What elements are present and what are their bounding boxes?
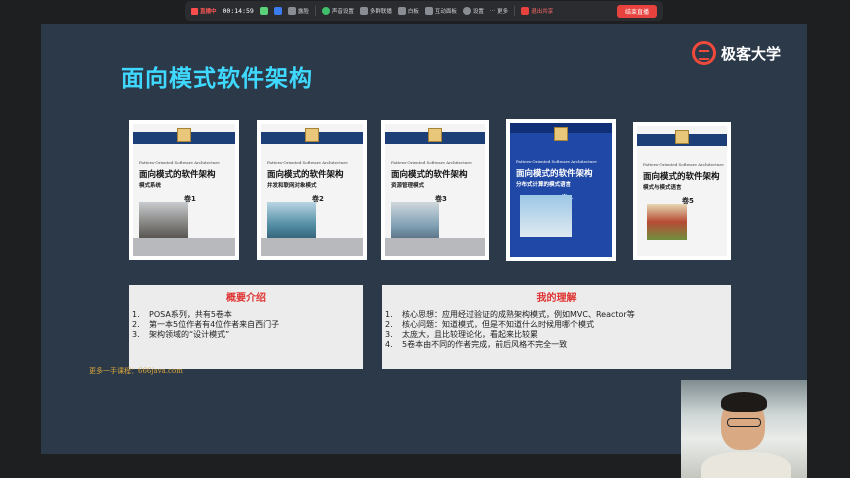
book-cover-vol5: Pattern-Oriented Software Architecture 面… [633, 122, 731, 260]
exit-share-button[interactable]: 退出共享 [521, 7, 553, 15]
signal-icon [259, 7, 268, 15]
brand-logo: 极客大学 [691, 41, 781, 65]
multi-group-button[interactable]: 多群联播 [359, 7, 392, 15]
emblem-icon [305, 128, 319, 142]
list-item: 2. 第一本5位作者有4位作者来自西门子 [132, 320, 280, 329]
panel-icon [424, 7, 433, 15]
summary-heading: 概要介绍 [226, 293, 266, 304]
interactive-panel-button[interactable]: 互动面板 [424, 7, 457, 15]
camera-icon [287, 7, 296, 15]
logo-icon [691, 41, 716, 65]
summary-panel: 概要介绍 1. POSA系列，共有5卷本 2. 第一本5位作者有4位作者来自西门子 … [129, 285, 363, 369]
cover-photo [267, 202, 316, 242]
slide-title: 面向模式软件架构 [121, 66, 313, 92]
book-cover-vol3: Pattern-Oriented Software Architecture 面… [381, 120, 489, 260]
end-live-button[interactable]: 结束直播 [616, 4, 657, 18]
list-item: 4. 5卷本由不同的作者完成，前后风格不完全一致 [385, 340, 568, 349]
more-button[interactable]: ··· 更多 [490, 7, 508, 15]
emblem-icon [177, 128, 191, 142]
settings-button[interactable]: 设置 [462, 7, 484, 15]
live-timer: 00:14:59 [222, 7, 254, 15]
glasses-icon [727, 418, 761, 427]
emblem-icon [675, 130, 689, 144]
logo-text: 极客大学 [720, 44, 781, 63]
list-item: 1. POSA系列，共有5卷本 [132, 310, 232, 319]
whiteboard-icon [397, 7, 406, 15]
emblem-icon [554, 127, 568, 141]
live-dot-icon [191, 7, 198, 15]
list-item: 1. 核心思想：应用经过验证的成熟架构模式，例如MVC、Reactor等 [385, 310, 635, 319]
understanding-panel: 我的理解 1. 核心思想：应用经过验证的成熟架构模式，例如MVC、Reactor等… [382, 285, 731, 369]
understanding-heading: 我的理解 [536, 293, 577, 304]
live-label: 直播中 [200, 9, 217, 15]
mic-icon [321, 7, 330, 15]
camera-button[interactable]: 露脸 [287, 7, 309, 15]
book-cover-vol4: Pattern-Oriented Software Architecture 面… [506, 119, 616, 261]
list-item: 2. 核心问题：知道模式，但是不知道什么时候用哪个模式 [385, 320, 594, 329]
cover-photo [139, 202, 188, 242]
audio-settings-button[interactable]: 声音设置 [321, 7, 354, 15]
hd-icon [273, 7, 282, 15]
live-toolbar: 直播中 00:14:59 露脸 声音设置 多群联播 白板 互动面板 设置 ···… [185, 1, 663, 21]
list-item: 3. 太庞大，且比较理论化，看起来比较累 [385, 330, 538, 339]
live-indicator: 直播中 [191, 7, 217, 15]
book-cover-vol2: Pattern-Oriented Software Architecture 面… [257, 120, 367, 260]
cover-photo [647, 204, 687, 240]
list-item: 3. 架构领域的“设计模式” [132, 330, 230, 339]
emblem-icon [428, 128, 442, 142]
watermark-text: 更多一手课程：666java.com [89, 367, 183, 375]
exit-share-icon [521, 7, 530, 15]
gear-icon [462, 7, 471, 15]
group-icon [359, 7, 368, 15]
presenter-webcam[interactable] [681, 380, 807, 478]
more-dots-icon: ··· [489, 8, 496, 14]
cover-photo [520, 195, 572, 237]
book-cover-vol1: Pattern-Oriented Software Architecture 面… [129, 120, 239, 260]
cover-photo [391, 202, 439, 242]
whiteboard-button[interactable]: 白板 [397, 7, 419, 15]
